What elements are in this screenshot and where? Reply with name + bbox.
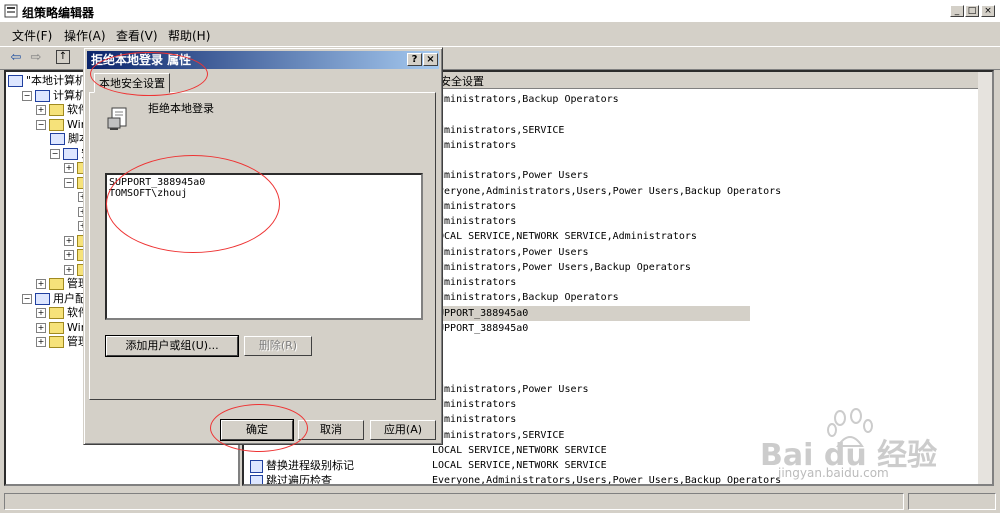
watermark-url: jingyan.baidu.com bbox=[778, 466, 889, 480]
status-panel-main bbox=[4, 493, 904, 510]
account-item[interactable]: TOMSOFT\zhouj bbox=[109, 188, 419, 199]
security-setting-cell[interactable]: SUPPORT_388945a0 bbox=[432, 321, 528, 336]
expand-icon[interactable]: + bbox=[64, 264, 74, 275]
tab-local-security-setting[interactable]: 本地安全设置 bbox=[94, 73, 170, 93]
status-panel-right bbox=[908, 493, 996, 510]
folder-icon bbox=[49, 307, 64, 319]
policy-icon bbox=[107, 107, 127, 130]
ok-button[interactable]: 确定 bbox=[220, 419, 294, 441]
accounts-listbox[interactable]: SUPPORT_388945a0 TOMSOFT\zhouj bbox=[105, 173, 423, 320]
folder-icon bbox=[49, 321, 64, 334]
account-item[interactable]: SUPPORT_388945a0 bbox=[109, 177, 419, 188]
column-header-security-setting[interactable]: 安全设置 bbox=[440, 73, 484, 89]
security-setting-cell[interactable]: Administrators bbox=[432, 214, 516, 229]
dialog-title: 拒绝本地登录 属性 bbox=[91, 53, 192, 67]
collapse-icon[interactable]: − bbox=[22, 293, 32, 304]
maximize-button[interactable]: □ bbox=[965, 5, 979, 17]
remove-button[interactable]: 删除(R) bbox=[244, 336, 312, 356]
collapse-icon[interactable]: − bbox=[36, 119, 46, 130]
script-icon bbox=[50, 133, 65, 145]
security-setting-cell[interactable]: LOCAL SERVICE,NETWORK SERVICE,Administra… bbox=[432, 229, 697, 244]
security-setting-cell[interactable]: Administrators bbox=[432, 275, 516, 290]
expand-icon[interactable]: + bbox=[36, 337, 46, 347]
minimize-button[interactable]: _ bbox=[950, 5, 964, 17]
security-setting-cell[interactable]: Administrators,SERVICE bbox=[432, 428, 564, 443]
security-setting-cell[interactable]: Administrators,Backup Operators bbox=[432, 290, 619, 305]
expand-icon[interactable]: + bbox=[64, 163, 74, 173]
security-setting-cell[interactable]: Everyone,Administrators,Users,Power User… bbox=[432, 473, 781, 484]
security-setting-cell[interactable]: Administrators,Power Users bbox=[432, 168, 589, 183]
expand-icon[interactable]: + bbox=[36, 279, 46, 289]
tree-node-label: "本地计算机" bbox=[26, 74, 92, 87]
menu-file[interactable]: 文件(F) bbox=[12, 27, 52, 44]
tree-node[interactable]: "本地计算机" bbox=[8, 73, 91, 88]
policy-name-cell[interactable]: 替换进程级别标记 bbox=[250, 458, 354, 473]
security-setting-cell[interactable]: LOCAL SERVICE,NETWORK SERVICE bbox=[432, 458, 607, 473]
vertical-scrollbar[interactable] bbox=[978, 72, 992, 484]
expand-icon[interactable]: + bbox=[36, 105, 46, 115]
apply-button[interactable]: 应用(A) bbox=[370, 420, 436, 440]
policy-item-icon bbox=[250, 474, 263, 484]
computer-icon bbox=[8, 75, 23, 87]
expand-icon[interactable]: + bbox=[36, 322, 46, 333]
security-setting-cell[interactable]: Administrators bbox=[432, 412, 516, 427]
policy-name-label: 替换进程级别标记 bbox=[266, 459, 354, 472]
window-titlebar: 组策略编辑器 _ □ × bbox=[0, 0, 1000, 22]
folder-icon bbox=[49, 336, 64, 348]
user-config-icon bbox=[35, 292, 50, 305]
security-setting-cell[interactable]: Administrators,Power Users bbox=[432, 382, 589, 397]
folder-icon bbox=[49, 118, 64, 131]
computer-config-icon bbox=[35, 89, 50, 102]
cancel-button[interactable]: 取消 bbox=[298, 420, 364, 440]
security-setting-cell[interactable]: Administrators bbox=[432, 138, 516, 153]
collapse-icon[interactable]: − bbox=[50, 148, 60, 159]
folder-icon bbox=[49, 104, 64, 116]
back-arrow-icon[interactable]: ⇦ bbox=[8, 50, 24, 66]
dialog-titlebar: 拒绝本地登录 属性 ? × bbox=[87, 51, 439, 69]
policy-item-icon bbox=[250, 459, 263, 473]
menubar: 文件(F) 操作(A) 查看(V) 帮助(H) bbox=[0, 24, 1000, 44]
window-title: 组策略编辑器 bbox=[22, 6, 95, 20]
security-setting-cell[interactable]: Administrators bbox=[432, 199, 516, 214]
help-button[interactable]: ? bbox=[407, 53, 422, 66]
dialog-close-button[interactable]: × bbox=[423, 53, 438, 66]
policy-name: 拒绝本地登录 bbox=[148, 102, 214, 115]
security-setting-cell[interactable]: Administrators,Power Users bbox=[432, 245, 589, 260]
security-setting-cell[interactable]: Administrators bbox=[432, 397, 516, 412]
policy-name-cell[interactable]: 跳过遍历检查 bbox=[250, 473, 332, 486]
menu-help[interactable]: 帮助(H) bbox=[168, 27, 210, 44]
folder-icon bbox=[49, 278, 64, 290]
menu-view[interactable]: 查看(V) bbox=[116, 27, 158, 44]
security-setting-cell[interactable]: LOCAL SERVICE,NETWORK SERVICE bbox=[432, 443, 607, 458]
policy-name-label: 跳过遍历检查 bbox=[266, 474, 332, 486]
security-setting-cell[interactable]: Everyone,Administrators,Users,Power User… bbox=[432, 184, 781, 199]
baidu-watermark: Bai du 经验 jingyan.baidu.com bbox=[760, 408, 945, 483]
statusbar bbox=[0, 490, 1000, 513]
menu-action[interactable]: 操作(A) bbox=[64, 27, 106, 44]
security-setting-cell[interactable]: SUPPORT_388945a0 bbox=[432, 305, 750, 321]
security-setting-cell[interactable]: Administrators,Power Users,Backup Operat… bbox=[432, 260, 691, 275]
security-icon bbox=[63, 147, 78, 160]
group-policy-icon bbox=[4, 4, 18, 18]
add-user-or-group-button[interactable]: 添加用户或组(U)... bbox=[105, 335, 239, 357]
expand-icon[interactable]: + bbox=[36, 308, 46, 318]
collapse-icon[interactable]: − bbox=[22, 90, 32, 101]
up-folder-icon[interactable]: ↑ bbox=[56, 50, 70, 64]
expand-icon[interactable]: + bbox=[64, 250, 74, 260]
security-setting-cell[interactable]: Administrators,SERVICE bbox=[432, 123, 564, 138]
security-setting-cell[interactable]: Administrators,Backup Operators bbox=[432, 92, 619, 107]
expand-icon[interactable]: + bbox=[64, 235, 74, 246]
close-button[interactable]: × bbox=[981, 5, 995, 17]
properties-dialog: 拒绝本地登录 属性 ? × 本地安全设置 拒绝本地登录 SUPPORT_3889… bbox=[83, 47, 443, 445]
forward-arrow-icon[interactable]: ⇨ bbox=[28, 50, 44, 66]
collapse-icon[interactable]: − bbox=[64, 177, 74, 188]
